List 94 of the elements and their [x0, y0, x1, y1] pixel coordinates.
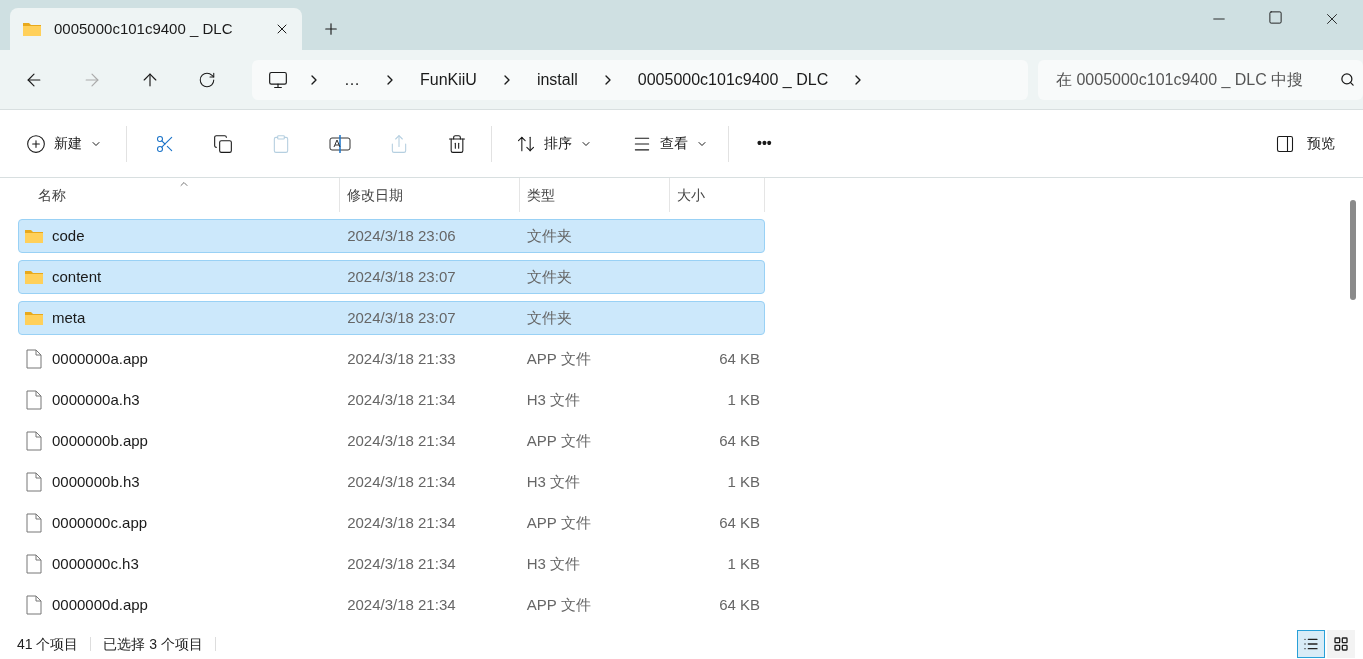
new-tab-icon[interactable] [322, 20, 340, 38]
file-name: content [52, 266, 102, 287]
file-size: 64 KB [719, 348, 760, 369]
preview-pane-icon [1275, 133, 1295, 154]
search-input[interactable]: 在 0005000c101c9400 _ DLC 中搜 [1056, 67, 1340, 92]
modified-date: 2024/3/18 21:34 [347, 390, 456, 408]
file-size: 1 KB [727, 553, 760, 574]
breadcrumb-item[interactable]: … [340, 67, 364, 92]
file-type: 文件夹 [526, 308, 572, 326]
file-row[interactable]: meta 2024/3/18 23:07 文件夹 [18, 301, 765, 335]
file-icon [26, 554, 42, 574]
folder-icon [24, 228, 44, 244]
file-name: 0000000c.h3 [52, 553, 139, 574]
column-header[interactable]: 名称 [18, 178, 340, 212]
modified-date: 2024/3/18 23:06 [347, 226, 456, 244]
breadcrumb-item[interactable]: FunKiiU [416, 67, 481, 92]
file-type: 文件夹 [526, 267, 572, 285]
breadcrumb-item[interactable]: 0005000c101c9400 _ DLC [633, 67, 833, 92]
modified-date: 2024/3/18 21:34 [347, 513, 456, 531]
file-icon [26, 349, 42, 369]
folder-icon [24, 269, 44, 285]
file-row[interactable]: 0000000c.app 2024/3/18 21:34 APP 文件 64 KB [18, 506, 765, 540]
copy-icon[interactable] [213, 133, 233, 154]
folder-icon [24, 310, 44, 326]
preview-button[interactable]: 预览 [1275, 133, 1335, 154]
selection-count: 已选择 3 个项目 [103, 634, 204, 654]
file-type: APP 文件 [526, 431, 591, 449]
rename-icon[interactable] [329, 133, 351, 154]
column-header[interactable]: 大小 [670, 178, 765, 212]
item-count: 41 个项目 [17, 634, 79, 654]
file-type: APP 文件 [526, 349, 591, 367]
file-icon [26, 513, 42, 533]
column-header[interactable]: 类型 [520, 178, 670, 212]
scrollbar[interactable] [1350, 200, 1356, 300]
details-view-button[interactable] [1297, 630, 1325, 658]
modified-date: 2024/3/18 21:34 [347, 431, 456, 449]
file-type: H3 文件 [526, 390, 580, 408]
search-icon[interactable] [1340, 72, 1355, 87]
file-size: 64 KB [719, 512, 760, 533]
file-icon [26, 472, 42, 492]
file-name: 0000000a.app [52, 348, 148, 369]
new-button[interactable]: 新建 [26, 133, 114, 154]
tiles-icon [1333, 636, 1349, 652]
file-row[interactable]: 0000000c.h3 2024/3/18 21:34 H3 文件 1 KB [18, 547, 765, 581]
file-row[interactable]: 0000000a.h3 2024/3/18 21:34 H3 文件 1 KB [18, 383, 765, 417]
plus-icon [26, 133, 46, 154]
file-name: meta [52, 307, 86, 328]
modified-date: 2024/3/18 23:07 [347, 267, 456, 285]
view-button[interactable]: 查看 [624, 133, 716, 154]
delete-icon[interactable] [447, 133, 467, 154]
file-type: H3 文件 [526, 554, 580, 572]
column-header[interactable]: 修改日期 [340, 178, 520, 212]
file-icon [26, 431, 42, 451]
modified-date: 2024/3/18 23:07 [347, 308, 456, 326]
refresh-icon[interactable] [198, 70, 216, 89]
tiles-view-button[interactable] [1327, 630, 1355, 658]
modified-date: 2024/3/18 21:34 [347, 472, 456, 490]
sort-button[interactable]: 排序 [508, 133, 600, 154]
modified-date: 2024/3/18 21:33 [347, 349, 456, 367]
address-bar[interactable]: … FunKiiU install 0005000c101c9400 _ DLC [252, 59, 1028, 100]
file-name: code [52, 225, 85, 246]
more-button[interactable]: ••• [749, 133, 780, 154]
file-type: APP 文件 [526, 513, 591, 531]
file-row[interactable]: 0000000d.app 2024/3/18 21:34 APP 文件 64 KB [18, 588, 765, 622]
file-name: 0000000b.app [52, 430, 148, 451]
file-type: H3 文件 [526, 472, 580, 490]
search-field[interactable]: 在 0005000c101c9400 _ DLC 中搜 [1038, 59, 1363, 100]
maximize-icon[interactable] [1268, 10, 1283, 25]
tab-title: 0005000c101c9400 _ DLC [54, 18, 234, 39]
tab[interactable]: 0005000c101c9400 _ DLC [10, 8, 302, 50]
file-row[interactable]: content 2024/3/18 23:07 文件夹 [18, 260, 765, 294]
file-size: 64 KB [719, 594, 760, 615]
file-name: 0000000a.h3 [52, 389, 140, 410]
computer-icon [268, 69, 288, 90]
folder-icon [22, 21, 42, 37]
modified-date: 2024/3/18 21:34 [347, 554, 456, 572]
file-type: 文件夹 [526, 226, 572, 244]
file-size: 1 KB [727, 389, 760, 410]
details-icon [1303, 636, 1319, 652]
file-type: APP 文件 [526, 595, 591, 613]
file-size: 1 KB [727, 471, 760, 492]
file-row[interactable]: 0000000b.h3 2024/3/18 21:34 H3 文件 1 KB [18, 465, 765, 499]
file-name: 0000000c.app [52, 512, 148, 533]
file-name: 0000000d.app [52, 594, 148, 615]
modified-date: 2024/3/18 21:34 [347, 595, 456, 613]
file-size: 64 KB [719, 430, 760, 451]
file-name: 0000000b.h3 [52, 471, 140, 492]
file-row[interactable]: 0000000a.app 2024/3/18 21:33 APP 文件 64 KB [18, 342, 765, 376]
file-icon [26, 595, 42, 615]
breadcrumb-item[interactable]: install [532, 67, 582, 92]
cut-icon[interactable] [155, 133, 175, 154]
file-icon [26, 390, 42, 410]
file-row[interactable]: code 2024/3/18 23:06 文件夹 [18, 219, 765, 253]
file-row[interactable]: 0000000b.app 2024/3/18 21:34 APP 文件 64 KB [18, 424, 765, 458]
